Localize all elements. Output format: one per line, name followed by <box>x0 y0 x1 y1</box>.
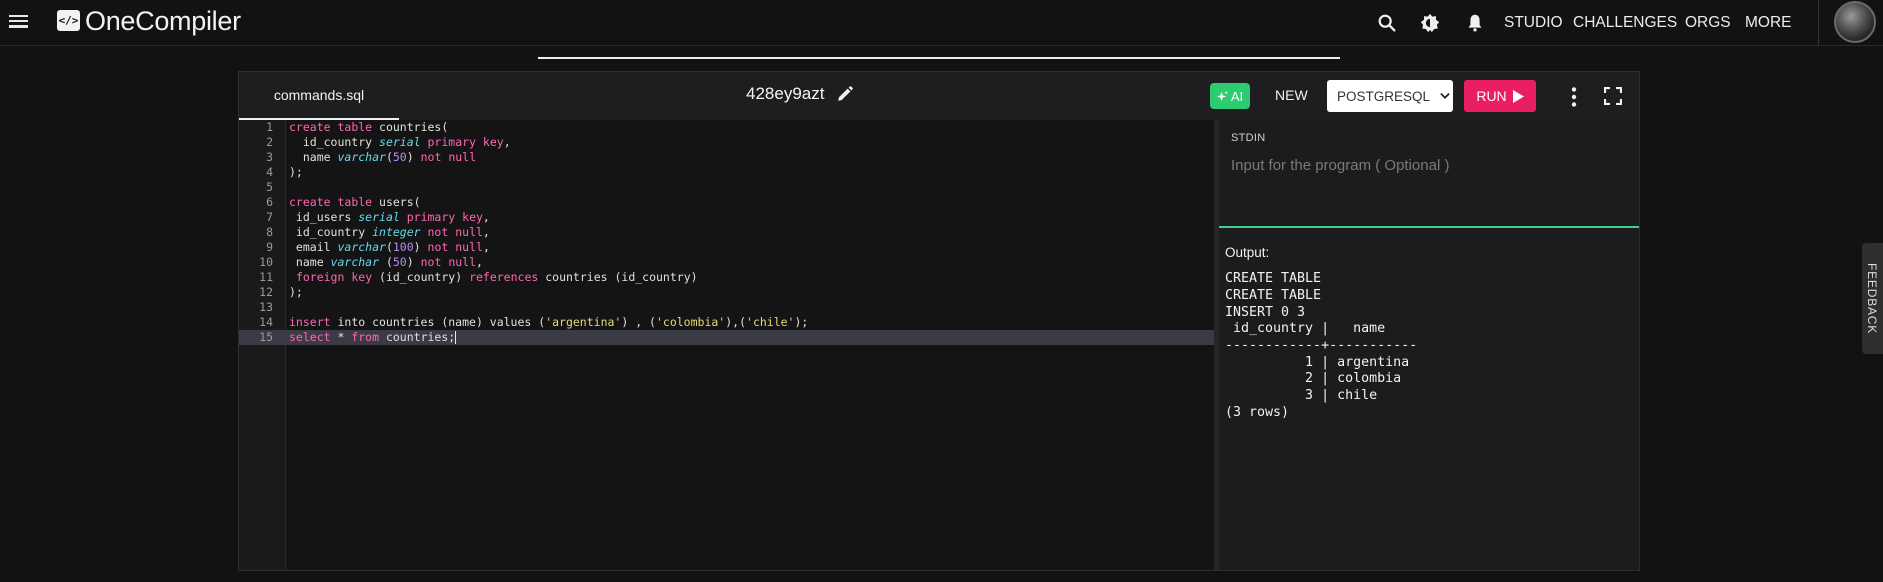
menu-icon[interactable] <box>9 12 29 32</box>
code-line[interactable]: select * from countries; <box>289 330 457 345</box>
nav-orgs[interactable]: ORGS <box>1685 14 1731 32</box>
project-title[interactable]: 428ey9azt <box>746 84 824 104</box>
stdin-input[interactable]: Input for the program ( Optional ) <box>1231 157 1449 174</box>
more-options-icon[interactable] <box>1564 86 1584 108</box>
output-panel: Output: CREATE TABLE CREATE TABLE INSERT… <box>1219 230 1639 570</box>
line-number: 3 <box>266 150 273 164</box>
chevron-down-icon <box>1440 93 1450 99</box>
ai-button-label: AI <box>1230 88 1244 104</box>
code-line[interactable]: insert into countries (name) values ('ar… <box>289 315 808 330</box>
project-title-wrap: 428ey9azt <box>746 84 854 104</box>
logo-icon[interactable]: </> <box>57 10 80 31</box>
avatar[interactable] <box>1834 1 1876 43</box>
run-button-label: RUN <box>1476 88 1507 104</box>
tab-commands-sql[interactable]: commands.sql <box>239 72 399 120</box>
code-line[interactable]: email varchar(100) not null, <box>289 240 490 255</box>
output-line: (3 rows) <box>1225 405 1290 420</box>
code-line[interactable]: id_country serial primary key, <box>289 135 511 150</box>
nav-divider <box>1818 0 1819 46</box>
editor-header: commands.sql 428ey9azt AI NEW POSTGRESQL… <box>239 72 1639 120</box>
theme-toggle-icon[interactable] <box>1419 12 1441 34</box>
fullscreen-icon[interactable] <box>1604 87 1622 105</box>
loading-bar <box>538 57 1340 59</box>
nav-more[interactable]: MORE <box>1745 14 1792 32</box>
line-number: 14 <box>259 315 273 329</box>
language-select-value: POSTGRESQL <box>1337 88 1431 104</box>
code-line[interactable]: create table users( <box>289 195 421 210</box>
line-number-gutter: 1 2 3 4 5 6 7 8 9 10 11 12 13 14 15 <box>239 120 286 570</box>
top-nav: </> OneCompiler STUDIO CHALLENGES ORGS M… <box>0 0 1883 46</box>
line-number: 2 <box>266 135 273 149</box>
brand-name[interactable]: OneCompiler <box>85 6 241 37</box>
nav-studio[interactable]: STUDIO <box>1504 14 1563 32</box>
code-line[interactable]: id_country integer not null, <box>289 225 490 240</box>
feedback-tab[interactable]: FEEDBACK <box>1862 243 1883 354</box>
line-number: 15 <box>259 330 273 344</box>
pencil-icon[interactable] <box>836 85 854 103</box>
play-icon <box>1512 89 1524 103</box>
code-editor[interactable]: create table countries( id_country seria… <box>286 120 1214 570</box>
search-icon[interactable] <box>1376 12 1398 34</box>
line-number: 10 <box>259 255 273 269</box>
run-button[interactable]: RUN <box>1464 80 1536 112</box>
line-number: 1 <box>266 120 273 134</box>
bell-icon[interactable] <box>1464 12 1486 34</box>
new-button[interactable]: NEW <box>1271 85 1312 105</box>
code-line[interactable]: foreign key (id_country) references coun… <box>289 270 698 285</box>
line-number: 4 <box>266 165 273 179</box>
language-select[interactable]: POSTGRESQL <box>1327 80 1453 112</box>
output-label: Output: <box>1225 245 1270 260</box>
line-number: 9 <box>266 240 273 254</box>
line-number: 6 <box>266 195 273 209</box>
line-number: 12 <box>259 285 273 299</box>
stdin-panel: STDIN Input for the program ( Optional ) <box>1219 120 1639 228</box>
code-line[interactable]: ); <box>289 165 303 180</box>
line-number: 13 <box>259 300 273 314</box>
code-line[interactable]: name varchar(50) not null <box>289 150 476 165</box>
nav-challenges[interactable]: CHALLENGES <box>1573 14 1677 32</box>
sparkle-icon <box>1216 90 1228 101</box>
line-number: 11 <box>259 270 273 284</box>
code-line[interactable]: create table countries( <box>289 120 448 135</box>
editor-card: commands.sql 428ey9azt AI NEW POSTGRESQL… <box>238 71 1640 571</box>
code-line[interactable]: id_users serial primary key, <box>289 210 490 225</box>
feedback-label: FEEDBACK <box>1865 263 1879 335</box>
text-cursor <box>455 331 457 344</box>
line-number: 5 <box>266 180 273 194</box>
line-number: 7 <box>266 210 273 224</box>
code-line[interactable]: ); <box>289 285 303 300</box>
code-line[interactable]: name varchar (50) not null, <box>289 255 483 270</box>
line-number: 8 <box>266 225 273 239</box>
stdin-label: STDIN <box>1231 132 1266 144</box>
ai-button[interactable]: AI <box>1210 83 1250 109</box>
